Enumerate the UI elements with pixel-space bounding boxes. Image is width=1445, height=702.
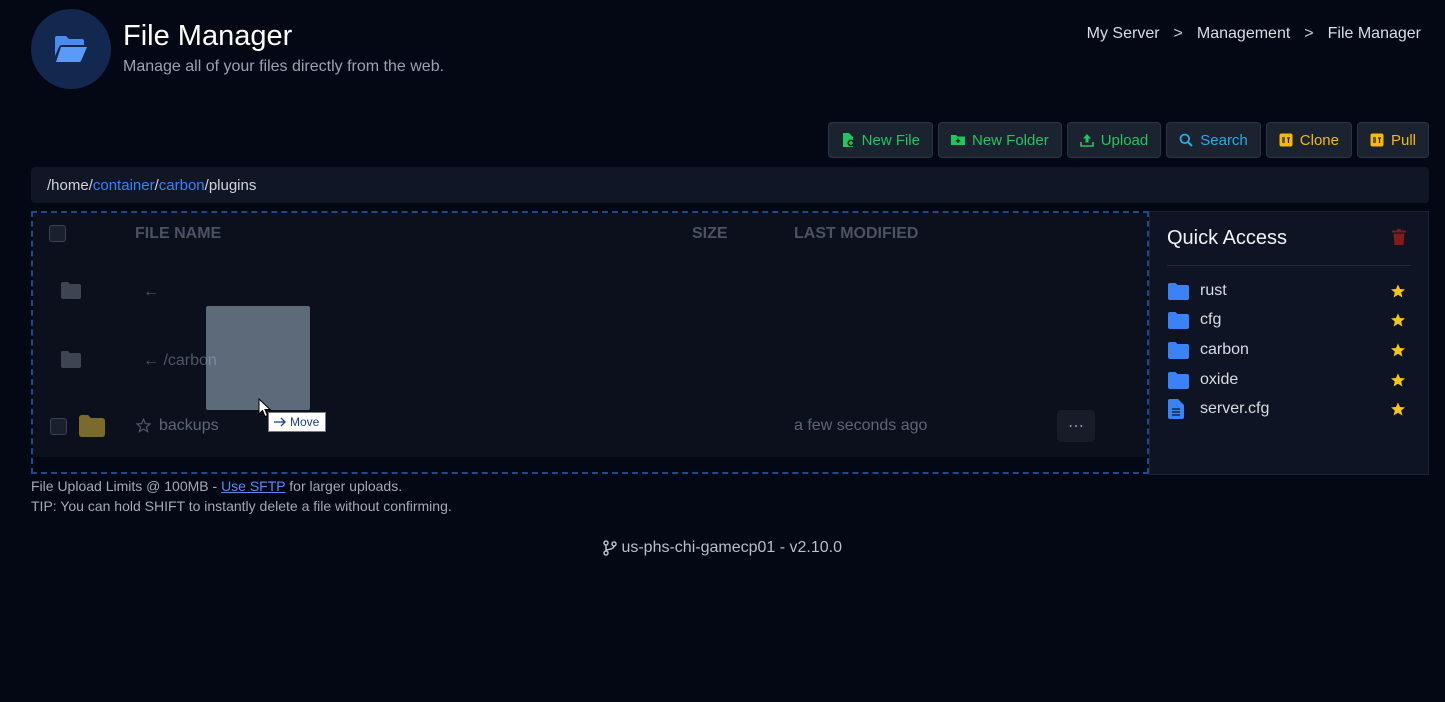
file-table: FILE NAME SIZE LAST MODIFIED ← ← /carbon…	[33, 213, 1147, 457]
drag-preview	[206, 306, 310, 410]
upload-limits-prefix: File Upload Limits @ 100MB -	[31, 478, 222, 494]
breadcrumb-my-server[interactable]: My Server	[1087, 25, 1160, 43]
shift-delete-tip: TIP: You can hold SHIFT to instantly del…	[31, 498, 452, 514]
column-file-name[interactable]: FILE NAME	[135, 225, 221, 243]
breadcrumb-management[interactable]: Management	[1197, 25, 1290, 43]
folder-plus-icon	[951, 135, 965, 145]
upload-limits-suffix: for larger uploads.	[285, 478, 403, 494]
table-row[interactable]: ←	[33, 258, 1147, 322]
star-icon[interactable]	[1390, 342, 1406, 358]
file-name: ←	[143, 283, 159, 300]
quick-access-title: Quick Access	[1167, 227, 1288, 249]
breadcrumb-file-manager: File Manager	[1327, 25, 1421, 42]
divider	[1167, 265, 1411, 266]
use-sftp-link[interactable]: Use SFTP	[221, 478, 285, 494]
folder-icon	[1168, 371, 1189, 389]
star-icon[interactable]	[1390, 372, 1406, 388]
node-version-label: us-phs-chi-gamecp01 - v2.10.0	[621, 539, 842, 556]
drag-move-tooltip: Move	[268, 412, 327, 432]
new-folder-label: New Folder	[972, 131, 1049, 149]
quick-access-item[interactable]: server.cfg	[1168, 396, 1406, 422]
path-home: home	[51, 176, 89, 194]
folder-icon	[61, 351, 81, 368]
star-icon[interactable]	[1390, 401, 1406, 417]
quick-access-label: cfg	[1200, 311, 1222, 328]
quick-access-label: server.cfg	[1200, 400, 1270, 417]
quick-access-item[interactable]: rust	[1168, 278, 1406, 304]
folder-icon	[1168, 341, 1189, 359]
breadcrumb-separator: >	[1304, 25, 1314, 42]
search-icon	[1179, 133, 1193, 147]
file-manager-logo	[31, 9, 111, 89]
quick-access-label: rust	[1200, 282, 1227, 299]
search-button[interactable]: Search	[1166, 122, 1261, 158]
table-row[interactable]: ← /carbon	[33, 327, 1147, 391]
drag-move-label: Move	[290, 415, 320, 429]
star-outline-icon[interactable]	[136, 418, 151, 433]
quick-access-label: carbon	[1200, 341, 1249, 358]
table-header: FILE NAME SIZE LAST MODIFIED	[33, 225, 1147, 255]
star-icon[interactable]	[1390, 312, 1406, 328]
git-icon	[1279, 133, 1293, 147]
star-icon[interactable]	[1390, 283, 1406, 299]
select-all-checkbox[interactable]	[49, 225, 66, 242]
path-container-link[interactable]: container	[93, 177, 155, 194]
quick-access-label: oxide	[1200, 371, 1239, 388]
git-branch-icon	[603, 540, 617, 556]
trash-icon[interactable]	[1392, 229, 1406, 245]
git-icon	[1370, 133, 1384, 147]
column-size[interactable]: SIZE	[692, 225, 728, 243]
quick-access-item[interactable]: cfg	[1168, 307, 1406, 333]
breadcrumb: My Server > Management > File Manager	[1087, 25, 1421, 43]
quick-access-item[interactable]: carbon	[1168, 337, 1406, 363]
new-file-button[interactable]: New File	[827, 122, 933, 158]
file-drop-zone[interactable]: FILE NAME SIZE LAST MODIFIED ← ← /carbon…	[31, 211, 1149, 474]
quick-access-panel: Quick Access rust cfg carbon oxide serve…	[1149, 211, 1429, 475]
folder-open-icon	[55, 36, 87, 62]
upload-button[interactable]: Upload	[1066, 122, 1162, 158]
file-name: backups	[159, 417, 219, 434]
clone-button[interactable]: Clone	[1265, 122, 1352, 158]
folder-icon	[61, 282, 81, 299]
folder-icon	[79, 415, 105, 437]
pull-label: Pull	[1390, 131, 1416, 149]
upload-limits-note: File Upload Limits @ 100MB - Use SFTP fo…	[31, 478, 402, 494]
search-label: Search	[1200, 131, 1248, 149]
arrow-right-icon	[274, 417, 286, 427]
folder-icon	[1168, 282, 1189, 300]
node-version-footer: us-phs-chi-gamecp01 - v2.10.0	[0, 539, 1445, 557]
file-plus-icon	[842, 133, 855, 147]
path-current: plugins	[208, 176, 257, 194]
ellipsis-icon: ⋯	[1068, 418, 1084, 435]
last-modified: a few seconds ago	[794, 417, 928, 434]
file-toolbar: New File New Folder Upload Search Clone …	[827, 122, 1429, 158]
column-last-modified[interactable]: LAST MODIFIED	[794, 225, 918, 243]
file-icon	[1168, 399, 1184, 419]
quick-access-item[interactable]: oxide	[1168, 367, 1406, 393]
upload-icon	[1079, 134, 1094, 147]
table-row[interactable]: backups a few seconds ago ⋯	[33, 394, 1147, 458]
page-subtitle: Manage all of your files directly from t…	[123, 58, 445, 75]
row-checkbox[interactable]	[50, 418, 67, 435]
path-carbon-link[interactable]: carbon	[159, 177, 205, 194]
new-file-label: New File	[861, 131, 920, 149]
new-folder-button[interactable]: New Folder	[938, 122, 1062, 158]
pull-button[interactable]: Pull	[1356, 122, 1429, 158]
breadcrumb-separator: >	[1173, 25, 1183, 42]
row-actions-button[interactable]: ⋯	[1057, 410, 1095, 442]
directory-path: / home / container / carbon / plugins	[31, 167, 1429, 203]
page-title: File Manager	[123, 20, 293, 52]
folder-icon	[1168, 311, 1189, 329]
upload-label: Upload	[1100, 131, 1149, 149]
clone-label: Clone	[1299, 131, 1339, 149]
